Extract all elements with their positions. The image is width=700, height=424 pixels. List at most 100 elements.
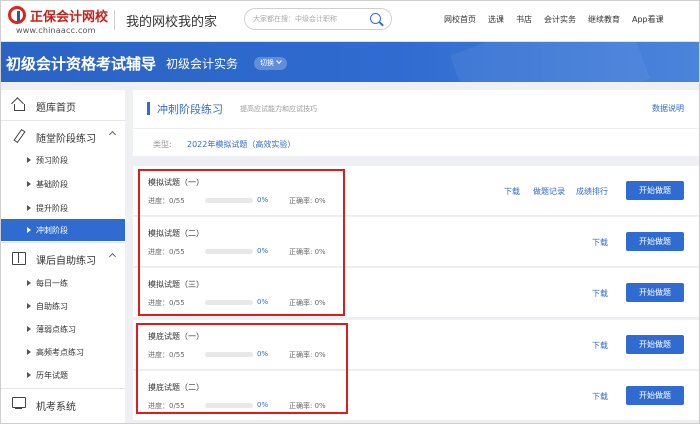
progress-percent: 0% bbox=[257, 196, 269, 204]
data-explanation-link[interactable]: 数据说明 bbox=[652, 103, 684, 114]
progress-percent: 0% bbox=[257, 401, 269, 409]
chevron-down-icon bbox=[276, 58, 282, 64]
sidebar-item-basic-stage[interactable]: 基础阶段 bbox=[0, 173, 125, 195]
sidebar-item-high-frequency[interactable]: 高频考点练习 bbox=[0, 341, 125, 363]
start-practice-button[interactable]: 开始做题 bbox=[626, 335, 684, 354]
progress-label: 进度：0/55 bbox=[148, 402, 185, 410]
download-link[interactable]: 下载 bbox=[592, 288, 608, 299]
paper-name: 摸底试题（二） bbox=[148, 383, 204, 392]
nav-app[interactable]: App看课 bbox=[632, 14, 664, 25]
sidebar-group-label: 题库首页 bbox=[36, 103, 76, 114]
progress-percent: 0% bbox=[257, 350, 269, 358]
progress-label: 进度：0/55 bbox=[148, 197, 185, 205]
site-slogan: 我的网校我的家 bbox=[126, 15, 218, 30]
download-link[interactable]: 下载 bbox=[592, 340, 608, 351]
pen-icon bbox=[12, 129, 25, 142]
nav-accounting-practice[interactable]: 会计实务 bbox=[544, 14, 576, 25]
sidebar-item-daily-practice[interactable]: 每日一练 bbox=[0, 272, 125, 294]
practice-record-link[interactable]: 做题记录 bbox=[533, 186, 565, 197]
sidebar-group-label: 课后自助练习 bbox=[36, 256, 96, 267]
paper-row: 模拟试题（三） 进度：0/55 0% 正确率: 0% 下载 开始做题 bbox=[133, 268, 700, 318]
sidebar-item-label: 每日一练 bbox=[36, 279, 68, 288]
caret-right-icon bbox=[27, 349, 31, 355]
banner-subject: 初级会计实务 bbox=[166, 57, 239, 71]
title-accent-bar bbox=[147, 102, 150, 115]
progress-bar bbox=[205, 300, 253, 305]
paper-name: 模拟试题（二） bbox=[148, 229, 204, 238]
main-panel: 冲刺阶段练习 提高应试能力和应试技巧 数据说明 类型: 2022年模拟试题（高效… bbox=[133, 90, 700, 424]
search-icon[interactable] bbox=[370, 13, 381, 24]
caret-right-icon bbox=[27, 303, 31, 309]
nav-bookstore[interactable]: 书店 bbox=[516, 14, 532, 25]
paper-row: 摸底试题（一） 进度：0/55 0% 正确率: 0% 下载 开始做题 bbox=[133, 320, 700, 370]
sidebar-group-label: 随堂阶段练习 bbox=[36, 134, 96, 145]
chevron-up-icon bbox=[108, 130, 117, 139]
accuracy-label: 正确率: 0% bbox=[289, 248, 326, 256]
filter-value[interactable]: 2022年模拟试题（高效实验） bbox=[187, 139, 295, 150]
start-practice-button[interactable]: 开始做题 bbox=[626, 181, 684, 200]
progress-percent: 0% bbox=[257, 298, 269, 306]
nav-home[interactable]: 网校首页 bbox=[444, 14, 476, 25]
sidebar-item-past-exams[interactable]: 历年试题 bbox=[0, 364, 125, 386]
top-header: 正保会计网校 www.chinaacc.com 我的网校我的家 网校首页 选课 … bbox=[0, 0, 700, 42]
sidebar-item-label: 历年试题 bbox=[36, 371, 68, 380]
sidebar-item-label: 薄弱点练习 bbox=[36, 325, 76, 334]
switch-label: 切换 bbox=[260, 59, 274, 67]
caret-right-icon bbox=[27, 181, 31, 187]
download-link[interactable]: 下载 bbox=[504, 186, 520, 197]
paper-row: 模拟试题（二） 进度：0/55 0% 正确率: 0% 下载 开始做题 bbox=[133, 217, 700, 267]
section-header: 冲刺阶段练习 提高应试能力和应试技巧 数据说明 bbox=[133, 90, 700, 128]
score-ranking-link[interactable]: 成绩排行 bbox=[576, 186, 608, 197]
progress-bar bbox=[205, 403, 253, 408]
start-practice-button[interactable]: 开始做题 bbox=[626, 232, 684, 251]
top-nav: 网校首页 选课 书店 会计实务 继续教育 App看课 bbox=[444, 14, 664, 25]
logo-url: www.chinaacc.com bbox=[16, 26, 96, 35]
accuracy-label: 正确率: 0% bbox=[289, 299, 326, 307]
sidebar-item-self-practice[interactable]: 自助练习 bbox=[0, 295, 125, 317]
caret-right-icon bbox=[27, 205, 31, 211]
progress-bar bbox=[205, 198, 253, 203]
sidebar-item-label: 提升阶段 bbox=[36, 204, 68, 213]
monitor-icon bbox=[12, 397, 26, 410]
nav-courses[interactable]: 选课 bbox=[488, 14, 504, 25]
caret-right-icon bbox=[27, 157, 31, 163]
filter-label: 类型: bbox=[153, 140, 172, 149]
section-title: 冲刺阶段练习 bbox=[157, 103, 223, 116]
sidebar-item-question-bank-home[interactable]: 题库首页 bbox=[0, 90, 125, 120]
nav-continuing-education[interactable]: 继续教育 bbox=[588, 14, 620, 25]
progress-bar bbox=[205, 352, 253, 357]
switch-subject-button[interactable]: 切换 bbox=[254, 57, 287, 70]
paper-name: 摸底试题（一） bbox=[148, 332, 204, 341]
sidebar-item-sprint-stage[interactable]: 冲刺阶段 bbox=[0, 219, 125, 241]
sidebar-item-weak-points[interactable]: 薄弱点练习 bbox=[0, 318, 125, 340]
progress-percent: 0% bbox=[257, 247, 269, 255]
start-practice-button[interactable]: 开始做题 bbox=[626, 386, 684, 405]
progress-label: 进度：0/55 bbox=[148, 299, 185, 307]
sidebar-group-self-practice[interactable]: 课后自助练习 bbox=[0, 243, 125, 273]
sidebar-group-stage-practice[interactable]: 随堂阶段练习 bbox=[0, 121, 125, 151]
sidebar-item-label: 高频考点练习 bbox=[36, 348, 84, 357]
home-icon bbox=[12, 98, 25, 111]
sidebar-item-label: 基础阶段 bbox=[36, 180, 68, 189]
site-logo[interactable]: 正保会计网校 www.chinaacc.com bbox=[8, 4, 108, 38]
banner-title: 初级会计资格考试辅导 bbox=[6, 55, 157, 73]
chevron-up-icon bbox=[108, 252, 117, 261]
book-icon bbox=[12, 251, 26, 265]
sidebar: 题库首页 随堂阶段练习 预习阶段 基础阶段 提升阶段 冲刺阶段 课后自助练习 每… bbox=[0, 90, 125, 424]
caret-right-icon bbox=[27, 280, 31, 286]
caret-right-icon bbox=[27, 326, 31, 332]
progress-label: 进度：0/55 bbox=[148, 351, 185, 359]
type-filter: 类型: 2022年模拟试题（高效实验） bbox=[133, 128, 700, 156]
accuracy-label: 正确率: 0% bbox=[289, 351, 326, 359]
search-input[interactable] bbox=[253, 12, 363, 26]
download-link[interactable]: 下载 bbox=[592, 391, 608, 402]
divider bbox=[114, 10, 115, 30]
paper-name: 模拟试题（三） bbox=[148, 280, 204, 289]
sidebar-item-improve-stage[interactable]: 提升阶段 bbox=[0, 197, 125, 219]
download-link[interactable]: 下载 bbox=[592, 237, 608, 248]
course-banner: 初级会计资格考试辅导 初级会计实务 切换 bbox=[0, 42, 700, 82]
accuracy-label: 正确率: 0% bbox=[289, 402, 326, 410]
sidebar-item-computer-exam[interactable]: 机考系统 bbox=[0, 389, 125, 419]
start-practice-button[interactable]: 开始做题 bbox=[626, 283, 684, 302]
sidebar-item-preview-stage[interactable]: 预习阶段 bbox=[0, 149, 125, 171]
